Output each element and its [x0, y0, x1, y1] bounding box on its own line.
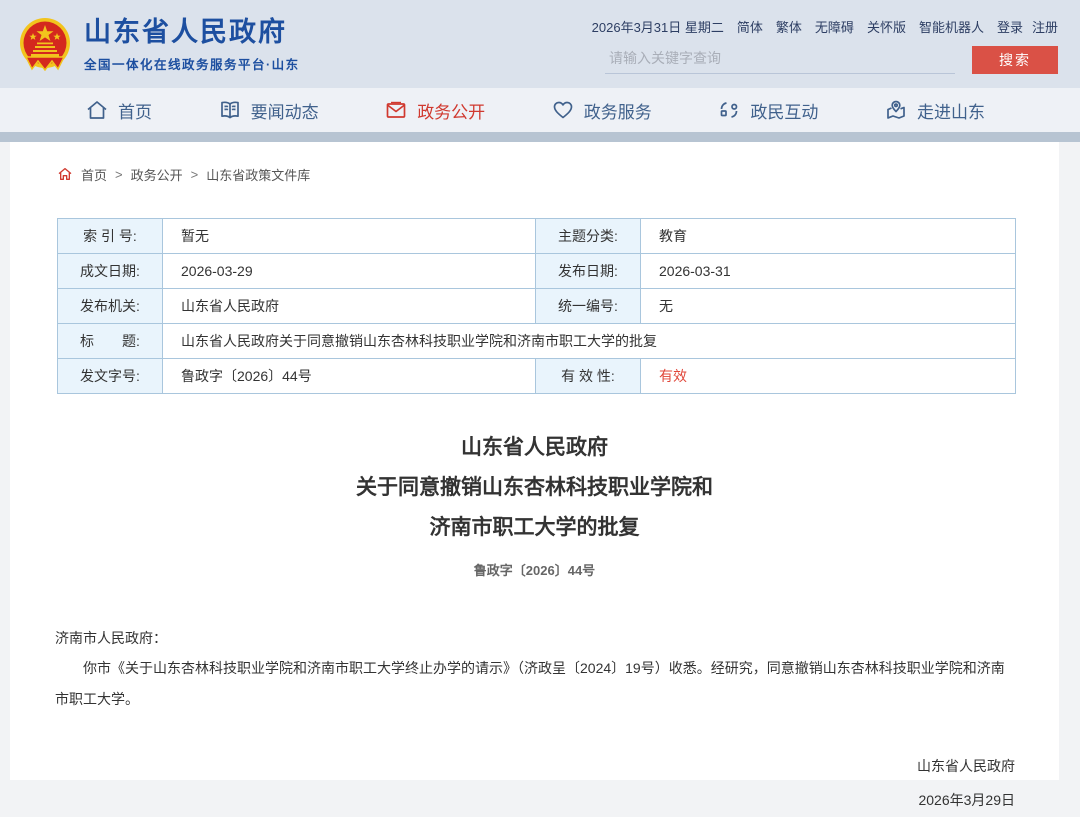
nav-item-visit-shandong[interactable]: 走进山东 [884, 98, 985, 123]
nav-label: 首页 [118, 98, 152, 123]
table-row: 索 引 号: 暂无 主题分类: 教育 [58, 219, 1016, 254]
document-title-line: 济南市职工大学的批复 [10, 508, 1059, 548]
link-accessibility[interactable]: 无障碍 [815, 17, 854, 36]
table-row: 成文日期: 2026-03-29 发布日期: 2026-03-31 [58, 254, 1016, 289]
interaction-icon [717, 98, 741, 122]
page-content: 首页 > 政务公开 > 山东省政策文件库 索 引 号: 暂无 主题分类: 教育 … [10, 142, 1059, 780]
site-header: 山东省人民政府 全国一体化在线政务服务平台·山东 2026年3月31日 星期二 … [0, 0, 1080, 88]
signature-date: 2026年3月29日 [55, 783, 1015, 817]
signature-block: 山东省人民政府 2026年3月29日 [55, 749, 1015, 817]
document-title: 山东省人民政府 关于同意撤销山东杏林科技职业学院和 济南市职工大学的批复 [10, 428, 1059, 548]
nav-label: 政务服务 [584, 98, 652, 123]
table-row: 发布机关: 山东省人民政府 统一编号: 无 [58, 289, 1016, 324]
breadcrumb-gov-disclosure[interactable]: 政务公开 [131, 165, 183, 184]
document-body: 济南市人民政府： 你市《关于山东杏林科技职业学院和济南市职工大学终止办学的请示》… [10, 623, 1059, 817]
salutation: 济南市人民政府： [55, 623, 1015, 653]
envelope-icon [384, 98, 408, 122]
breadcrumb-current: 山东省政策文件库 [206, 165, 310, 184]
link-care-version[interactable]: 关怀版 [867, 17, 906, 36]
table-row: 标 题: 山东省人民政府关于同意撤销山东杏林科技职业学院和济南市职工大学的批复 [58, 324, 1016, 359]
book-icon [218, 98, 242, 122]
nav-item-gov-disclosure[interactable]: 政务公开 [384, 98, 485, 123]
nav-label: 走进山东 [917, 98, 985, 123]
document-title-line: 关于同意撤销山东杏林科技职业学院和 [10, 468, 1059, 508]
current-date: 2026年3月31日 星期二 [592, 17, 724, 36]
map-pin-icon [884, 98, 908, 122]
search-button[interactable]: 搜索 [972, 46, 1058, 74]
breadcrumb-separator: > [191, 167, 199, 182]
title-label: 标 题: [58, 324, 163, 359]
written-date-value: 2026-03-29 [163, 254, 536, 289]
link-smart-robot[interactable]: 智能机器人 [919, 17, 984, 36]
link-traditional[interactable]: 繁体 [776, 17, 802, 36]
table-row: 发文字号: 鲁政字〔2026〕44号 有 效 性: 有效 [58, 359, 1016, 394]
written-date-label: 成文日期: [58, 254, 163, 289]
topic-category-value: 教育 [641, 219, 1016, 254]
doc-number-value: 鲁政字〔2026〕44号 [163, 359, 536, 394]
nav-item-gov-services[interactable]: 政务服务 [551, 98, 652, 123]
site-subtitle: 全国一体化在线政务服务平台·山东 [84, 54, 300, 73]
document-info-table: 索 引 号: 暂无 主题分类: 教育 成文日期: 2026-03-29 发布日期… [57, 218, 1016, 394]
home-icon [85, 98, 109, 122]
nav-item-news[interactable]: 要闻动态 [218, 98, 319, 123]
breadcrumb-home[interactable]: 首页 [81, 165, 107, 184]
search-bar: 搜索 [605, 46, 1058, 74]
unified-number-label: 统一编号: [536, 289, 641, 324]
site-title: 山东省人民政府 [84, 16, 300, 48]
document-reference-number: 鲁政字〔2026〕44号 [10, 560, 1059, 579]
national-emblem-logo [18, 17, 72, 71]
unified-number-value: 无 [641, 289, 1016, 324]
nav-label: 政民互动 [750, 98, 818, 123]
issuing-agency-label: 发布机关: [58, 289, 163, 324]
breadcrumb-home-icon [57, 166, 73, 182]
issuing-agency-value: 山东省人民政府 [163, 289, 536, 324]
link-login[interactable]: 登录 [997, 17, 1023, 36]
nav-item-home[interactable]: 首页 [85, 98, 152, 123]
nav-label: 要闻动态 [251, 98, 319, 123]
link-simplified[interactable]: 简体 [737, 17, 763, 36]
breadcrumb: 首页 > 政务公开 > 山东省政策文件库 [10, 164, 1059, 184]
signature-org: 山东省人民政府 [55, 749, 1015, 783]
document-title-line: 山东省人民政府 [10, 428, 1059, 468]
heart-icon [551, 98, 575, 122]
validity-label: 有 效 性: [536, 359, 641, 394]
breadcrumb-separator: > [115, 167, 123, 182]
nav-label: 政务公开 [417, 98, 485, 123]
nav-divider-strip [0, 132, 1080, 142]
index-number-label: 索 引 号: [58, 219, 163, 254]
index-number-value: 暂无 [163, 219, 536, 254]
title-value: 山东省人民政府关于同意撤销山东杏林科技职业学院和济南市职工大学的批复 [163, 324, 1016, 359]
publish-date-value: 2026-03-31 [641, 254, 1016, 289]
nav-item-public-interaction[interactable]: 政民互动 [717, 98, 818, 123]
topic-category-label: 主题分类: [536, 219, 641, 254]
body-paragraph: 你市《关于山东杏林科技职业学院和济南市职工大学终止办学的请示》（济政呈〔2024… [55, 653, 1015, 715]
doc-number-label: 发文字号: [58, 359, 163, 394]
top-utility-bar: 2026年3月31日 星期二 简体 繁体 无障碍 关怀版 智能机器人 登录 注册 [592, 17, 1058, 36]
main-nav: 首页 要闻动态 政务公开 政务服务 [0, 88, 1080, 132]
publish-date-label: 发布日期: [536, 254, 641, 289]
search-input[interactable] [605, 47, 955, 74]
validity-value: 有效 [641, 359, 1016, 394]
link-register[interactable]: 注册 [1032, 17, 1058, 36]
